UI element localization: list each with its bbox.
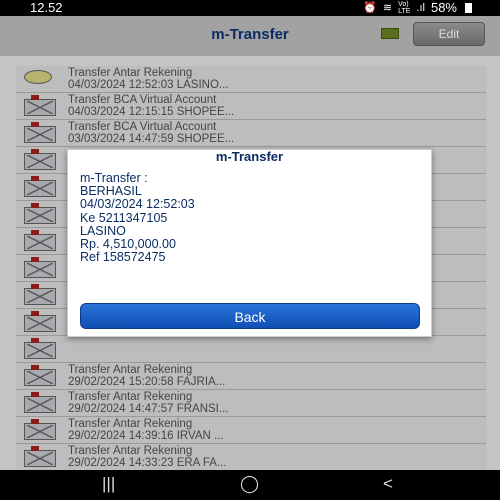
wifi-icon: ≋ bbox=[382, 2, 393, 14]
battery-percent: 58% bbox=[430, 0, 457, 15]
network-label: Vo) LTE bbox=[398, 1, 411, 15]
status-time: 12.52 bbox=[30, 0, 63, 15]
recents-button[interactable]: ||| bbox=[102, 474, 115, 494]
dialog-line: Ref 158572475 bbox=[80, 250, 166, 265]
home-button[interactable]: ◯ bbox=[240, 474, 259, 494]
transfer-result-dialog: m-Transfer m-Transfer : BERHASIL 04/03/202… bbox=[67, 149, 432, 337]
dialog-title: m-Transfer bbox=[215, 149, 284, 164]
signal-icon: .ıl bbox=[416, 2, 425, 14]
back-nav-button[interactable]: < bbox=[383, 474, 393, 494]
back-button[interactable]: Back bbox=[80, 303, 420, 329]
status-bar: 12.52 ⏰ ≋ Vo) LTE .ıl 58% bbox=[0, 0, 500, 16]
navigation-bar: ||| ◯ < bbox=[0, 470, 500, 500]
battery-icon bbox=[465, 3, 472, 13]
dialog-line: 04/03/2024 12:52:03 bbox=[80, 197, 195, 212]
dialog-message: m-Transfer : BERHASIL 04/03/2024 12:52:03 K… bbox=[80, 171, 195, 265]
status-icons: ⏰ ≋ Vo) LTE .ıl 58% bbox=[363, 0, 472, 16]
alarm-icon: ⏰ bbox=[363, 2, 377, 14]
dialog-line: Ke 5211347105 bbox=[80, 210, 168, 225]
